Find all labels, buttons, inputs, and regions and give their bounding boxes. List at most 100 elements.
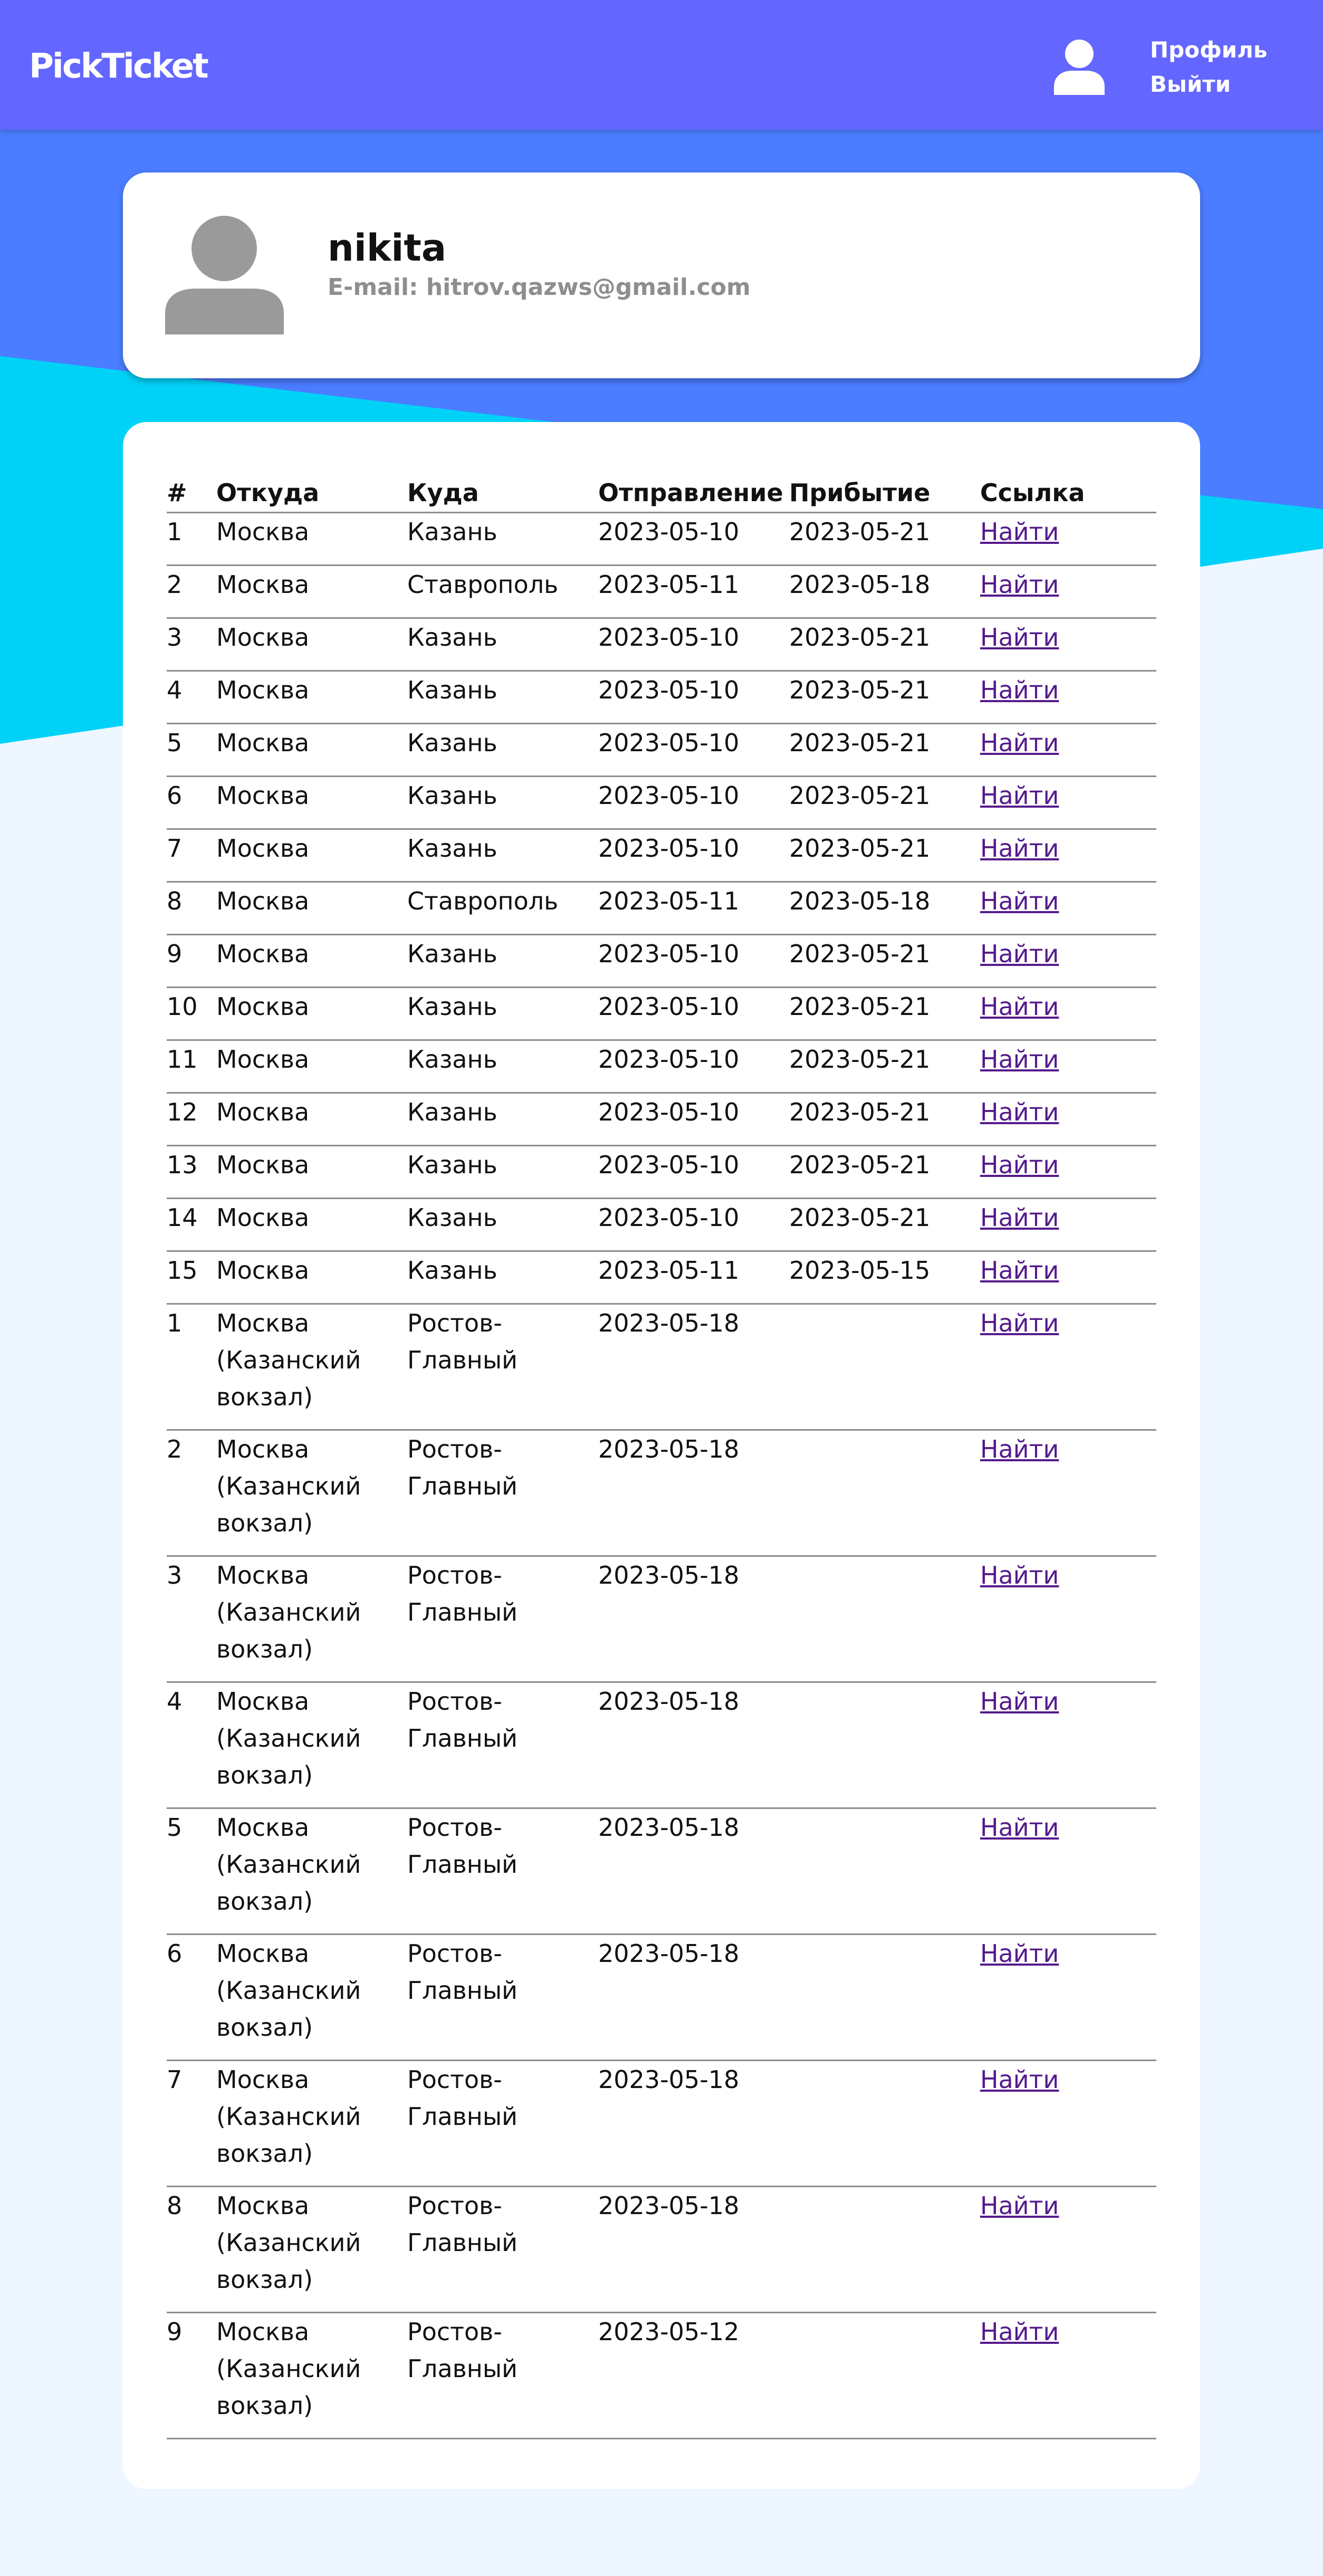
app-logo[interactable]: PickTicket [29, 45, 209, 88]
cell-departure: 2023-05-18 [598, 1430, 789, 1557]
find-ticket-link[interactable]: Найти [980, 887, 1059, 915]
cell-from: Москва [216, 1040, 407, 1094]
find-ticket-link[interactable]: Найти [980, 1939, 1059, 1968]
cell-from: Москва (Казанский вокзал) [216, 2186, 407, 2313]
find-ticket-link[interactable]: Найти [980, 834, 1059, 863]
cell-link: Найти [980, 1682, 1156, 1809]
cell-to: Казань [407, 1040, 598, 1094]
cell-arrival: 2023-05-21 [789, 1040, 980, 1094]
cell-departure: 2023-05-18 [598, 1808, 789, 1935]
table-row: 10 Москва Казань 2023-05-10 2023-05-21 Найти [167, 987, 1156, 1041]
find-ticket-link[interactable]: Найти [980, 729, 1059, 757]
find-ticket-link[interactable]: Найти [980, 1309, 1059, 1337]
table-row: 2 Москва (Казанский вокзал) Ростов-Главный… [167, 1430, 1156, 1557]
table-row: 2 Москва Ставрополь 2023-05-11 2023-05-18 Най… [167, 565, 1156, 619]
cell-arrival: 2023-05-21 [789, 829, 980, 883]
cell-from: Москва (Казанский вокзал) [216, 1808, 407, 1935]
profile-email: E-mail: hitrov.qazws@gmail.com [328, 274, 751, 301]
find-ticket-link[interactable]: Найти [980, 2065, 1059, 2094]
find-ticket-link[interactable]: Найти [980, 940, 1059, 968]
cell-arrival: 2023-05-21 [789, 1093, 980, 1146]
cell-departure: 2023-05-10 [598, 671, 789, 724]
find-ticket-link[interactable]: Найти [980, 1687, 1059, 1716]
cell-link: Найти [980, 934, 1156, 988]
cell-departure: 2023-05-10 [598, 987, 789, 1041]
cell-link: Найти [980, 1808, 1156, 1935]
find-ticket-link[interactable]: Найти [980, 1203, 1059, 1232]
table-row: 5 Москва Казань 2023-05-10 2023-05-21 Найти [167, 723, 1156, 777]
cell-from: Москва [216, 1198, 407, 1252]
cell-to: Казань [407, 723, 598, 777]
cell-number: 6 [167, 1934, 216, 2061]
cell-arrival [789, 2312, 980, 2439]
cell-departure: 2023-05-11 [598, 882, 789, 935]
find-ticket-link[interactable]: Найти [980, 1151, 1059, 1179]
cell-number: 14 [167, 1198, 216, 1252]
cell-departure: 2023-05-10 [598, 1145, 789, 1199]
cell-departure: 2023-05-10 [598, 723, 789, 777]
cell-from: Москва [216, 723, 407, 777]
cell-from: Москва [216, 776, 407, 830]
cell-number: 2 [167, 1430, 216, 1557]
cell-link: Найти [980, 671, 1156, 724]
cell-link: Найти [980, 1304, 1156, 1431]
find-ticket-link[interactable]: Найти [980, 518, 1059, 546]
table-row: 6 Москва (Казанский вокзал) Ростов-Главный… [167, 1934, 1156, 2061]
find-ticket-link[interactable]: Найти [980, 1098, 1059, 1126]
cell-to: Ростов-Главный [407, 1682, 598, 1809]
logout-link[interactable]: Выйти [1150, 67, 1268, 101]
cell-arrival [789, 1430, 980, 1557]
find-ticket-link[interactable]: Найти [980, 2191, 1059, 2220]
table-row: 8 Москва (Казанский вокзал) Ростов-Главный… [167, 2186, 1156, 2313]
cell-number: 1 [167, 1304, 216, 1431]
cell-number: 6 [167, 776, 216, 830]
header-menu: Профиль Выйти [1150, 33, 1268, 101]
cell-from: Москва (Казанский вокзал) [216, 1682, 407, 1809]
cell-number: 9 [167, 2312, 216, 2439]
find-ticket-link[interactable]: Найти [980, 1045, 1059, 1074]
cell-from: Москва [216, 934, 407, 988]
find-ticket-link[interactable]: Найти [980, 676, 1059, 704]
find-ticket-link[interactable]: Найти [980, 623, 1059, 652]
cell-number: 13 [167, 1145, 216, 1199]
table-row: 14 Москва Казань 2023-05-10 2023-05-21 Найти [167, 1198, 1156, 1252]
find-ticket-link[interactable]: Найти [980, 781, 1059, 810]
cell-link: Найти [980, 882, 1156, 935]
cell-to: Ростов-Главный [407, 1430, 598, 1557]
find-ticket-link[interactable]: Найти [980, 1435, 1059, 1463]
header-from: Откуда [216, 474, 407, 513]
user-icon[interactable] [1053, 38, 1106, 95]
cell-number: 4 [167, 1682, 216, 1809]
cell-departure: 2023-05-18 [598, 1682, 789, 1809]
table-row: 8 Москва Ставрополь 2023-05-11 2023-05-18 Най… [167, 882, 1156, 935]
cell-from: Москва (Казанский вокзал) [216, 1304, 407, 1431]
cell-arrival: 2023-05-21 [789, 671, 980, 724]
cell-arrival: 2023-05-18 [789, 882, 980, 935]
profile-link[interactable]: Профиль [1150, 33, 1268, 67]
find-ticket-link[interactable]: Найти [980, 2318, 1059, 2346]
cell-number: 2 [167, 565, 216, 619]
find-ticket-link[interactable]: Найти [980, 992, 1059, 1021]
find-ticket-link[interactable]: Найти [980, 1813, 1059, 1842]
cell-link: Найти [980, 2186, 1156, 2313]
avatar-icon [165, 216, 284, 334]
table-row: 15 Москва Казань 2023-05-11 2023-05-15 Найти [167, 1251, 1156, 1305]
find-ticket-link[interactable]: Найти [980, 1256, 1059, 1285]
find-ticket-link[interactable]: Найти [980, 1561, 1059, 1589]
cell-departure: 2023-05-18 [598, 1556, 789, 1683]
cell-number: 15 [167, 1251, 216, 1305]
cell-arrival: 2023-05-21 [789, 512, 980, 566]
find-ticket-link[interactable]: Найти [980, 570, 1059, 599]
cell-to: Казань [407, 512, 598, 566]
cell-link: Найти [980, 1093, 1156, 1146]
cell-departure: 2023-05-18 [598, 2186, 789, 2313]
cell-departure: 2023-05-11 [598, 565, 789, 619]
cell-departure: 2023-05-10 [598, 829, 789, 883]
cell-departure: 2023-05-10 [598, 1040, 789, 1094]
cell-link: Найти [980, 1430, 1156, 1557]
cell-departure: 2023-05-11 [598, 1251, 789, 1305]
cell-from: Москва [216, 987, 407, 1041]
profile-card: nikita E-mail: hitrov.qazws@gmail.com [123, 173, 1200, 378]
cell-to: Казань [407, 829, 598, 883]
cell-number: 7 [167, 829, 216, 883]
